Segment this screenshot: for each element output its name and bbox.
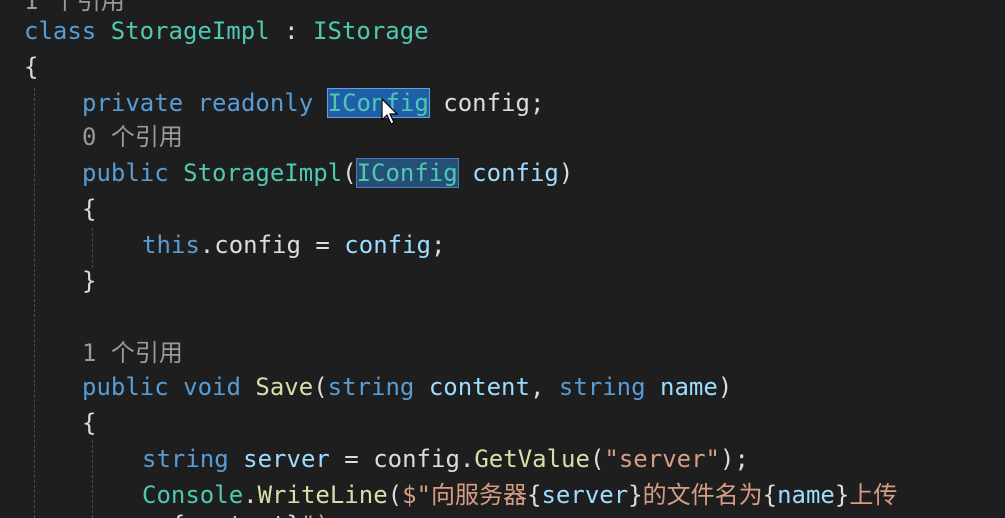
code-line[interactable]: { [82, 192, 96, 226]
code-token: { [24, 53, 39, 81]
code-token: Save [255, 373, 314, 401]
code-token: GetValue [474, 445, 590, 473]
code-token: StorageImpl [110, 17, 270, 45]
code-token: ( [589, 445, 605, 473]
code-token: name [777, 481, 835, 509]
code-token: { [527, 481, 542, 509]
code-token: } [82, 267, 97, 295]
code-line[interactable]: {content}"); [142, 508, 344, 518]
code-token: IConfig [326, 88, 430, 118]
code-line[interactable]: public StorageImpl(IConfig config) [82, 156, 573, 190]
code-token: class [24, 17, 97, 45]
code-editor[interactable]: 1 个引用 class StorageImpl : IStorage { priva… [0, 0, 1005, 518]
code-token: : [269, 17, 314, 45]
code-token: "server" [604, 445, 720, 473]
code-token: = config. [329, 445, 475, 473]
code-token: string [142, 445, 229, 473]
code-token: { [171, 511, 185, 518]
code-token: content [428, 373, 530, 401]
code-token: ( [313, 373, 328, 401]
code-token: StorageImpl [183, 159, 343, 187]
code-token: private [82, 89, 184, 117]
indent-guide [92, 228, 93, 268]
code-token: config [472, 159, 559, 187]
code-token: content [185, 511, 286, 518]
code-token: server [541, 481, 629, 509]
code-token: } [287, 511, 301, 518]
code-token: IStorage [313, 17, 429, 45]
code-token: ( [342, 159, 357, 187]
code-token: public [82, 159, 169, 187]
code-token: , [529, 373, 559, 401]
code-line[interactable]: private readonly IConfig config; [82, 86, 544, 120]
code-token: .config = [199, 231, 345, 259]
code-token: ) [717, 373, 733, 401]
code-line[interactable]: Console.WriteLine($"向服务器{server}的文件名为{na… [142, 478, 897, 512]
code-line[interactable]: class StorageImpl : IStorage [24, 14, 429, 48]
code-line[interactable]: 0 个引用 [82, 120, 183, 154]
code-token: { [82, 409, 97, 437]
code-token: config; [428, 89, 545, 117]
code-line[interactable]: 1 个引用 [82, 336, 183, 370]
code-token: IConfig [355, 158, 459, 188]
code-token: . [243, 481, 258, 509]
code-token: readonly [197, 89, 314, 117]
code-token: Console [142, 481, 244, 509]
code-token: this [142, 231, 200, 259]
codelens-reference-count[interactable]: 0 个引用 [82, 123, 183, 151]
code-token: 上传 [849, 481, 898, 509]
code-token: ) [558, 159, 574, 187]
code-line[interactable]: this.config = config; [142, 228, 445, 262]
code-token: } [834, 481, 850, 509]
mouse-pointer-icon [381, 98, 399, 125]
code-token: void [183, 373, 241, 401]
code-token: } [628, 481, 643, 509]
code-token: { [82, 195, 97, 223]
code-token: config [344, 231, 431, 259]
code-token: ); [720, 445, 749, 473]
indent-guide [92, 440, 93, 518]
code-token: ( [387, 481, 403, 509]
code-line[interactable]: } [82, 264, 96, 298]
code-token: 的文件名为 [642, 481, 763, 509]
code-token: string [558, 373, 646, 401]
indent-guide [34, 88, 35, 518]
code-token: ; [431, 231, 446, 259]
code-token: name [660, 373, 718, 401]
code-token: $"向服务器 [402, 481, 528, 509]
code-line[interactable]: { [24, 50, 38, 84]
code-line[interactable]: { [82, 406, 96, 440]
code-line[interactable]: string server = config.GetValue("server"… [142, 442, 749, 476]
code-token: server [243, 445, 330, 473]
codelens-reference-count[interactable]: 1 个引用 [82, 339, 183, 367]
code-token: string [327, 373, 415, 401]
code-token: WriteLine [257, 481, 388, 509]
code-token: "); [301, 511, 344, 518]
code-line[interactable]: public void Save(string content, string … [82, 370, 732, 404]
code-token: { [762, 481, 778, 509]
code-token: public [82, 373, 169, 401]
